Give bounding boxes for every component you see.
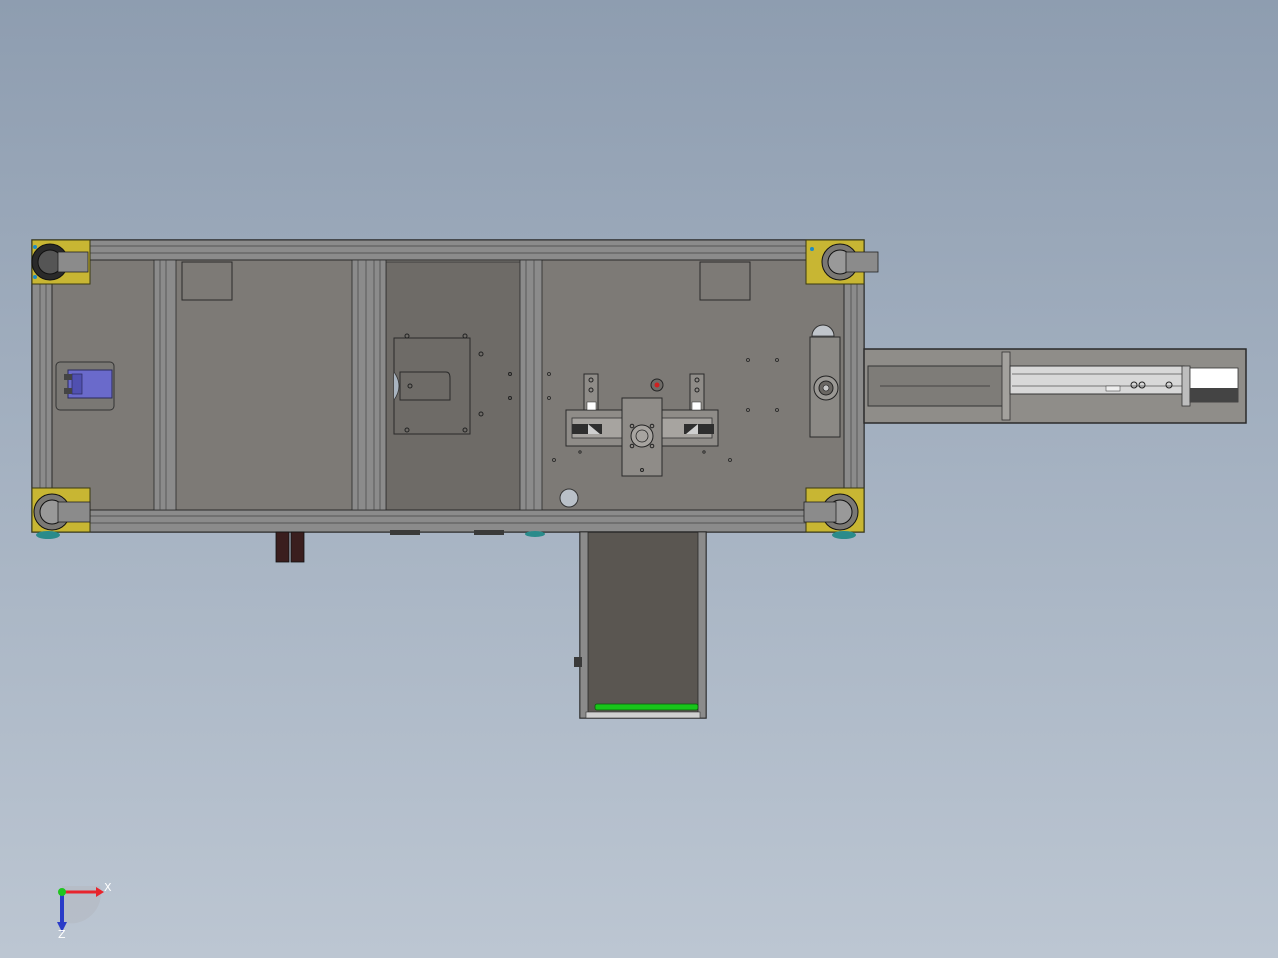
bottom-rail	[31, 509, 865, 533]
main-frame[interactable]	[31, 239, 879, 539]
inner-panel	[385, 261, 523, 511]
x-axis-label: X	[104, 881, 112, 894]
actuator-end-cap	[1190, 388, 1238, 402]
top-rail	[31, 239, 865, 261]
cad-viewport[interactable]: X Z	[0, 0, 1278, 958]
air-cylinder[interactable]	[55, 361, 115, 411]
servo-motor[interactable]	[809, 336, 841, 438]
fitting	[525, 531, 545, 537]
caster-bottom-right[interactable]	[803, 487, 865, 539]
z-axis-label: Z	[58, 928, 66, 941]
drawer[interactable]	[574, 531, 707, 719]
caster-top-left[interactable]	[31, 239, 91, 285]
caster-top-right[interactable]	[805, 239, 879, 285]
indicator-strip	[594, 703, 699, 711]
cable-block-2	[290, 531, 305, 563]
caster-bottom-left[interactable]	[31, 487, 91, 539]
orientation-triad[interactable]: X Z	[57, 881, 112, 941]
drawer-handle[interactable]	[574, 657, 582, 667]
y-axis-dot	[58, 888, 66, 896]
cable-block-1	[275, 531, 290, 563]
model-drawing[interactable]: X Z	[0, 0, 1278, 958]
round-port	[559, 488, 579, 508]
linear-actuator[interactable]	[863, 348, 1247, 424]
